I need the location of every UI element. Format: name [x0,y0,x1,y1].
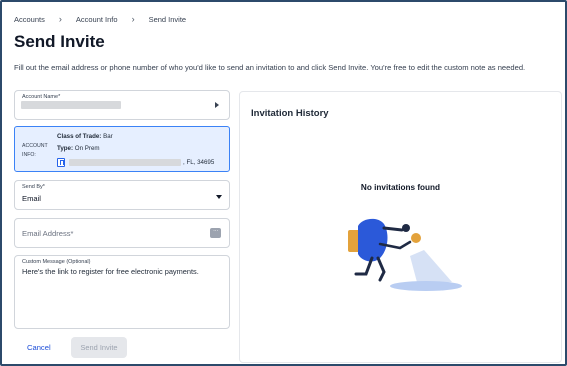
custom-message-field[interactable]: Custom Message (Optional) Here's the lin… [14,255,230,329]
floor-shadow [390,281,462,291]
chevron-down-icon[interactable] [216,195,222,199]
invitation-history-title: Invitation History [251,108,329,119]
empty-state-illustration [348,218,462,291]
page-title: Send Invite [14,32,105,51]
bookmark-icon [57,158,65,167]
chevron-right-icon: › [131,14,135,24]
send-invite-button[interactable]: Send Invite [71,337,127,358]
figure-neck [382,226,404,232]
account-type-value: On Prem [74,145,100,152]
email-field[interactable]: Email Address* ··· [14,218,230,248]
class-of-trade-value: Bar [103,133,113,140]
custom-message-label: Custom Message (Optional) [22,259,91,265]
class-of-trade: Class of Trade: Bar [57,133,113,140]
chevron-right-icon: › [58,14,62,24]
address-suffix: , FL, 34695 [183,159,215,166]
page-description: Fill out the email address or phone numb… [14,63,526,72]
custom-message-text[interactable]: Here's the link to register for free ele… [22,267,199,276]
caret-right-icon[interactable] [215,102,219,108]
figure-leg-back [354,256,374,276]
send-by-value: Email [22,194,41,203]
invitation-history-panel: Invitation History No invitations found [239,91,562,363]
account-info-label: ACCOUNT INFO: [22,143,48,158]
send-by-select[interactable]: Send By* Email [14,180,230,210]
dots-icon[interactable]: ··· [210,228,221,238]
account-address: , FL, 34695 [57,158,214,167]
magnifier-icon [411,233,421,243]
cancel-button[interactable]: Cancel [27,343,51,352]
account-name-label: Account Name* [22,94,61,100]
empty-state-text: No invitations found [360,183,441,192]
breadcrumb-accounts[interactable]: Accounts [14,15,45,24]
figure-leg-front [376,256,386,282]
app-frame: Accounts › Account Info › Send Invite Se… [0,0,567,366]
account-name-value-redacted [21,101,121,109]
account-type-label: Type: [57,145,74,152]
class-of-trade-label: Class of Trade: [57,133,102,140]
account-info-box: ACCOUNT INFO: Class of Trade: Bar Type: … [14,126,230,172]
account-type: Type: On Prem [57,145,100,152]
breadcrumb: Accounts › Account Info › Send Invite [14,14,186,24]
email-placeholder: Email Address* [22,229,74,238]
breadcrumb-account-info[interactable]: Account Info [76,15,118,24]
figure-body [358,218,388,262]
account-name-field[interactable]: Account Name* [14,90,230,120]
address-redacted [69,159,181,166]
send-by-label: Send By* [22,184,45,190]
breadcrumb-current: Send Invite [148,14,187,24]
spotlight-beam [410,250,452,286]
